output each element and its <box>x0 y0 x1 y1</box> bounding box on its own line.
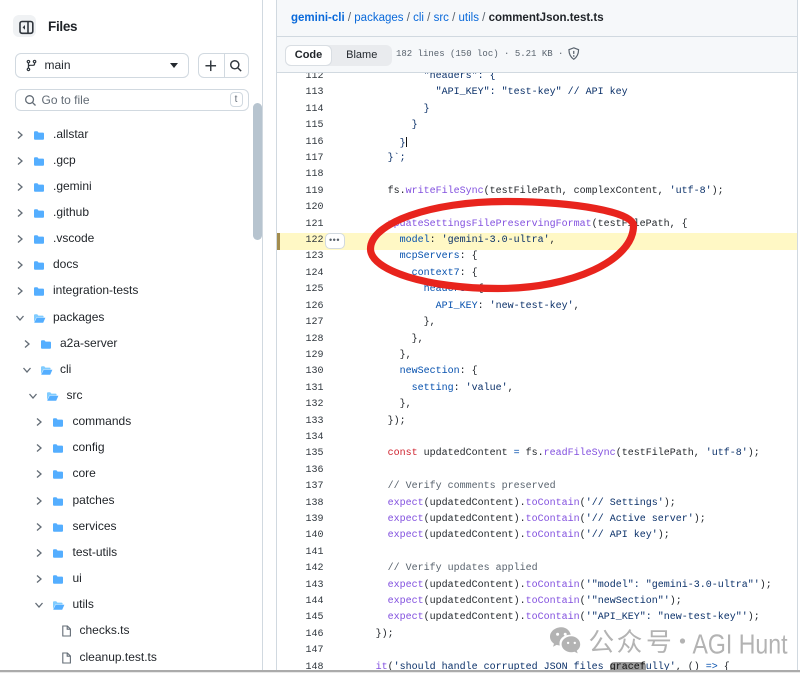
svg-text:AGI Hunt: AGI Hunt <box>693 629 788 660</box>
